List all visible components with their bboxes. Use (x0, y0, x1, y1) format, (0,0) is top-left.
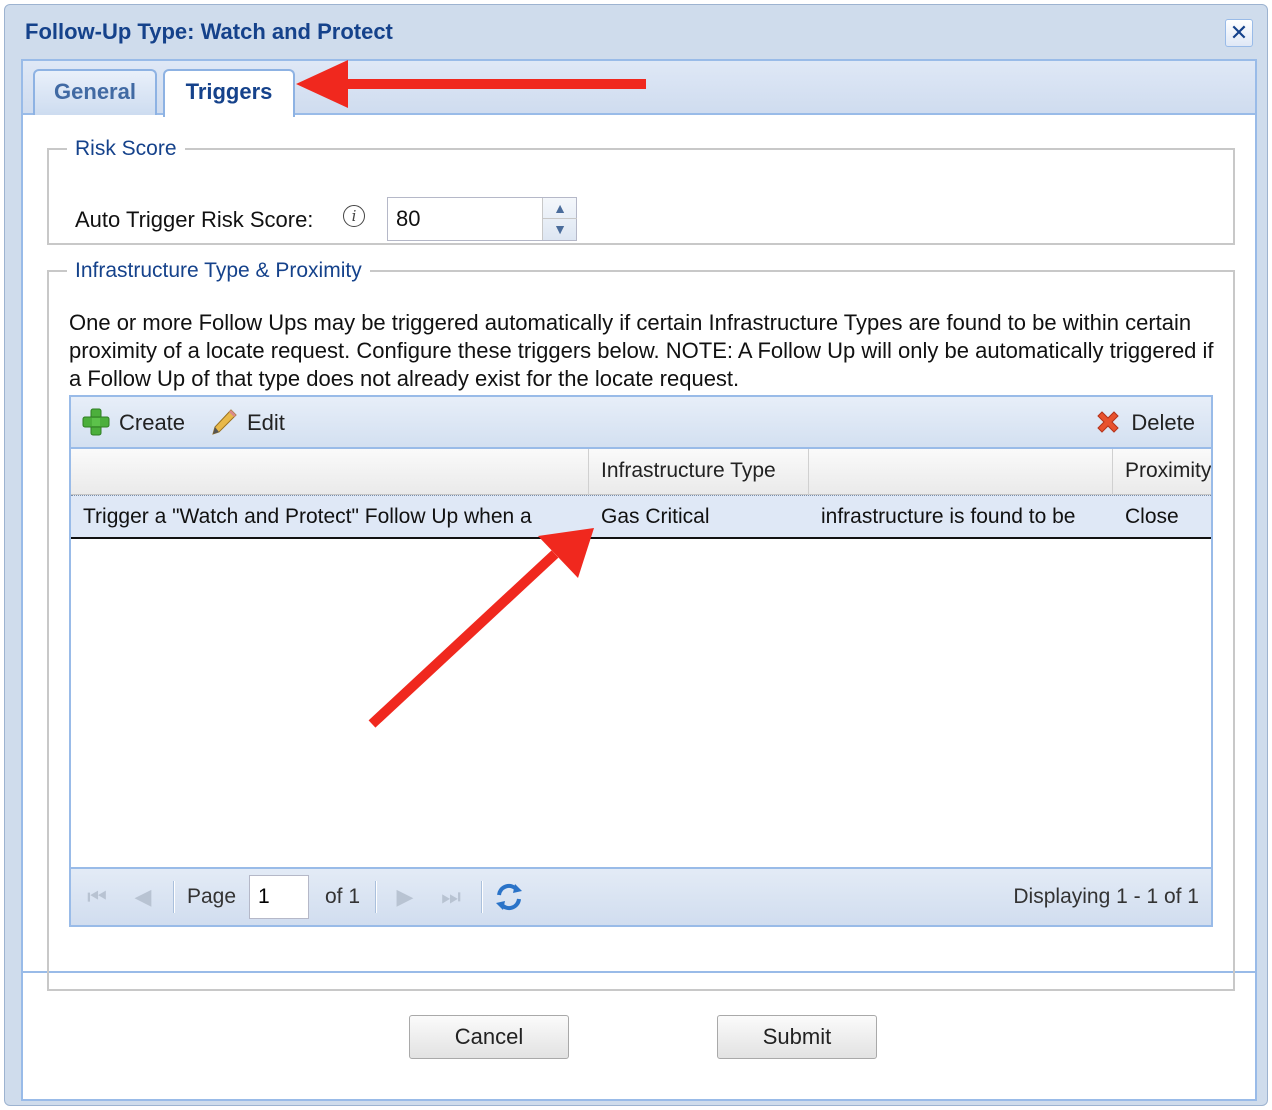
page-number-input[interactable] (249, 875, 309, 919)
info-icon[interactable]: i (343, 205, 365, 227)
column-header-condition[interactable] (809, 449, 1113, 495)
cancel-button[interactable]: Cancel (409, 1015, 569, 1059)
pager-separator (375, 881, 377, 913)
delete-x-icon (1097, 411, 1120, 433)
grid-header: Infrastructure Type Proximity (71, 449, 1211, 495)
triggers-grid: Create Edit Delete Infrastructure Type P… (69, 395, 1213, 927)
previous-page-icon[interactable]: ◀ (129, 883, 157, 911)
dialog-titlebar: Follow-Up Type: Watch and Protect ✕ (5, 5, 1267, 57)
dialog-title: Follow-Up Type: Watch and Protect (25, 19, 393, 44)
risk-score-input[interactable] (388, 198, 542, 240)
column-header-description[interactable] (71, 449, 589, 495)
infrastructure-fieldset: Infrastructure Type & Proximity One or m… (47, 259, 1235, 991)
close-icon[interactable]: ✕ (1225, 19, 1253, 47)
plus-icon (82, 408, 110, 436)
grid-pager: ⏮ ◀ Page of 1 ▶ ⏭ (71, 867, 1211, 925)
page-of-label: of 1 (325, 885, 361, 908)
column-header-proximity[interactable]: Proximity (1113, 449, 1211, 495)
create-label: Create (119, 410, 186, 435)
tab-panel: General Triggers Risk Score Auto Trigger… (21, 59, 1257, 1101)
dialog-window: Follow-Up Type: Watch and Protect ✕ Gene… (4, 4, 1268, 1106)
pager-separator (481, 881, 483, 913)
tab-strip: General Triggers (23, 61, 1255, 117)
chevron-up-icon[interactable]: ▲ (543, 198, 577, 219)
infrastructure-legend: Infrastructure Type & Proximity (75, 259, 362, 282)
refresh-icon[interactable] (493, 881, 525, 913)
first-page-icon[interactable]: ⏮ (83, 883, 111, 911)
auto-trigger-risk-score-label: Auto Trigger Risk Score: (75, 207, 314, 232)
risk-score-spinner: ▲ ▼ (387, 197, 577, 241)
submit-button[interactable]: Submit (717, 1015, 877, 1059)
row-proximity-cell: Close (1125, 505, 1179, 528)
edit-label: Edit (247, 410, 285, 435)
tab-triggers[interactable]: Triggers (163, 69, 295, 117)
edit-button[interactable]: Edit (209, 407, 285, 439)
infrastructure-description: One or more Follow Ups may be triggered … (69, 310, 1214, 391)
delete-label: Delete (1131, 410, 1195, 435)
risk-score-fieldset: Risk Score Auto Trigger Risk Score: i ▲ … (47, 137, 1235, 245)
column-header-infrastructure-type[interactable]: Infrastructure Type (589, 449, 809, 495)
spinner-buttons: ▲ ▼ (542, 198, 577, 240)
create-button[interactable]: Create (81, 407, 185, 439)
delete-button[interactable]: Delete (1093, 407, 1195, 439)
displaying-count: Displaying 1 - 1 of 1 (1013, 885, 1199, 908)
pencil-icon (212, 409, 237, 435)
row-condition-cell: infrastructure is found to be (821, 505, 1076, 528)
grid-toolbar: Create Edit Delete (71, 397, 1211, 449)
triggers-pane: Risk Score Auto Trigger Risk Score: i ▲ … (23, 117, 1255, 991)
table-row[interactable]: Trigger a "Watch and Protect" Follow Up … (71, 495, 1211, 539)
page-label: Page (187, 885, 237, 908)
last-page-icon[interactable]: ⏭ (437, 883, 465, 911)
pager-separator (173, 881, 175, 913)
row-infrastructure-type-cell: Gas Critical (601, 505, 710, 528)
row-description-cell: Trigger a "Watch and Protect" Follow Up … (83, 505, 532, 528)
risk-score-legend: Risk Score (75, 137, 177, 160)
tab-general[interactable]: General (33, 69, 157, 115)
next-page-icon[interactable]: ▶ (391, 883, 419, 911)
chevron-down-icon[interactable]: ▼ (543, 219, 577, 240)
